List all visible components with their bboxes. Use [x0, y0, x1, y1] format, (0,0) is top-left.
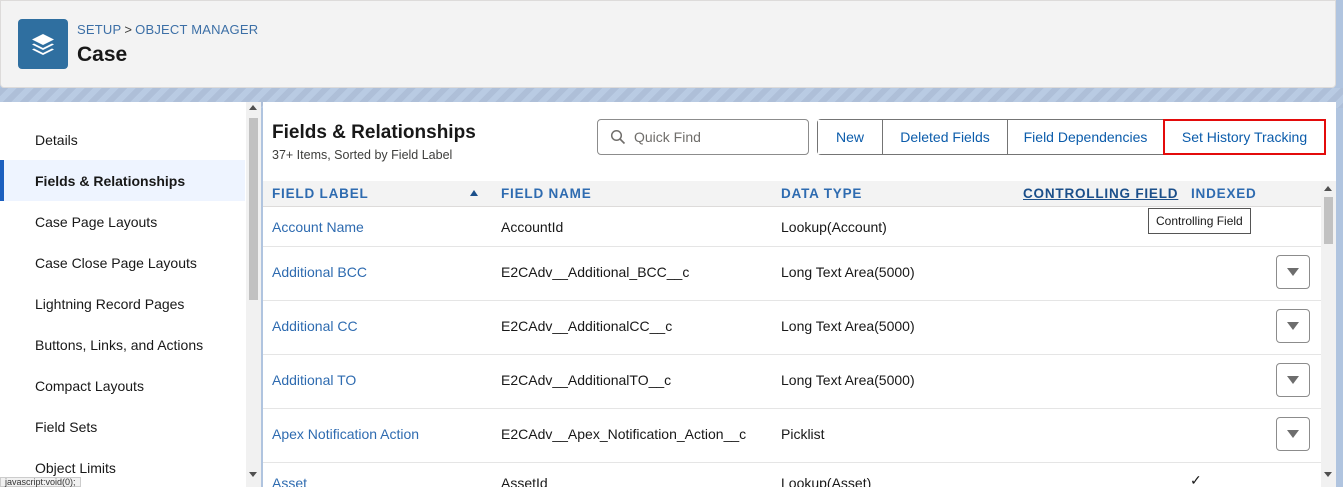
field-name: AccountId — [501, 219, 564, 235]
sidebar-item-fields-relationships[interactable]: Fields & Relationships — [0, 160, 245, 201]
scroll-down-arrow-icon[interactable] — [1324, 472, 1332, 477]
sort-ascending-icon[interactable] — [470, 190, 478, 196]
field-name: AssetId — [501, 475, 548, 487]
breadcrumb: SETUP > OBJECT MANAGER — [77, 22, 258, 37]
layers-icon — [18, 19, 68, 69]
data-type: Long Text Area(5000) — [781, 372, 915, 388]
data-type: Lookup(Account) — [781, 219, 887, 235]
object-header: SETUP > OBJECT MANAGER Case — [0, 0, 1336, 88]
deleted-fields-button[interactable]: Deleted Fields — [883, 120, 1008, 154]
indexed-check-icon: ✓ — [1190, 472, 1202, 487]
row-actions-button[interactable] — [1276, 363, 1310, 397]
sidebar-item-case-page-layouts[interactable]: Case Page Layouts — [0, 201, 245, 242]
field-name: E2CAdv__Additional_BCC__c — [501, 264, 690, 280]
scroll-up-arrow-icon[interactable] — [249, 105, 257, 110]
set-history-tracking-button[interactable]: Set History Tracking — [1163, 119, 1326, 155]
table-row: Apex Notification Action E2CAdv__Apex_No… — [263, 409, 1321, 463]
field-label-link[interactable]: Additional TO — [272, 372, 356, 388]
sidebar-item-case-close-page-layouts[interactable]: Case Close Page Layouts — [0, 242, 245, 283]
column-field-name[interactable]: FIELD NAME — [501, 186, 592, 201]
field-name: E2CAdv__AdditionalCC__c — [501, 318, 673, 334]
row-actions-button[interactable] — [1276, 417, 1310, 451]
breadcrumb-setup[interactable]: SETUP — [77, 22, 121, 37]
main-panel: Fields & Relationships 37+ Items, Sorted… — [263, 102, 1336, 487]
sidebar-item-details[interactable]: Details — [0, 119, 245, 160]
sidebar-item-compact-layouts[interactable]: Compact Layouts — [0, 365, 245, 406]
status-bar-link-preview: javascript:void(0); — [0, 477, 81, 487]
chevron-down-icon — [1287, 322, 1299, 330]
column-data-type[interactable]: DATA TYPE — [781, 186, 862, 201]
sidebar-item-field-sets[interactable]: Field Sets — [0, 406, 245, 447]
chevron-down-icon — [1287, 430, 1299, 438]
field-label-link[interactable]: Account Name — [272, 219, 364, 235]
sidebar-item-lightning-record-pages[interactable]: Lightning Record Pages — [0, 283, 245, 324]
data-type: Long Text Area(5000) — [781, 318, 915, 334]
table-header: FIELD LABEL FIELD NAME DATA TYPE CONTROL… — [263, 181, 1321, 207]
data-type: Long Text Area(5000) — [781, 264, 915, 280]
sidebar-scroll-thumb[interactable] — [249, 118, 258, 300]
quick-find-input[interactable] — [634, 129, 804, 145]
breadcrumb-separator: > — [124, 22, 133, 37]
sidebar-item-buttons-links-actions[interactable]: Buttons, Links, and Actions — [0, 324, 245, 365]
sidebar: Details Fields & Relationships Case Page… — [0, 102, 261, 487]
table-scroll-thumb[interactable] — [1324, 197, 1333, 244]
column-controlling-field[interactable]: CONTROLLING FIELD — [1023, 186, 1178, 201]
row-actions-button[interactable] — [1276, 309, 1310, 343]
section-title: Fields & Relationships — [272, 122, 476, 143]
table-row: Additional CC E2CAdv__AdditionalCC__c Lo… — [263, 301, 1321, 355]
row-actions-button[interactable] — [1276, 255, 1310, 289]
quick-find-search[interactable] — [597, 119, 809, 155]
field-label-link[interactable]: Apex Notification Action — [272, 426, 419, 442]
table-row: Asset AssetId Lookup(Asset) ✓ — [263, 463, 1321, 487]
field-name: E2CAdv__Apex_Notification_Action__c — [501, 426, 747, 442]
controlling-field-tooltip: Controlling Field — [1148, 208, 1251, 234]
scroll-down-arrow-icon[interactable] — [249, 472, 257, 477]
breadcrumb-object-manager[interactable]: OBJECT MANAGER — [135, 22, 258, 37]
page-title: Case — [77, 43, 128, 66]
chevron-down-icon — [1287, 376, 1299, 384]
table-row: Additional BCC E2CAdv__Additional_BCC__c… — [263, 247, 1321, 301]
data-type: Picklist — [781, 426, 825, 442]
new-button[interactable]: New — [818, 120, 883, 154]
action-button-group: New Deleted Fields Field Dependencies Se… — [817, 119, 1326, 155]
table-row: Additional TO E2CAdv__AdditionalTO__c Lo… — [263, 355, 1321, 409]
chevron-down-icon — [1287, 268, 1299, 276]
field-dependencies-button[interactable]: Field Dependencies — [1008, 120, 1164, 154]
field-name: E2CAdv__AdditionalTO__c — [501, 372, 672, 388]
column-indexed[interactable]: INDEXED — [1191, 186, 1257, 201]
field-label-link[interactable]: Additional BCC — [272, 264, 367, 280]
item-count: 37+ Items, Sorted by Field Label — [272, 148, 453, 162]
column-field-label[interactable]: FIELD LABEL — [272, 186, 369, 201]
scroll-up-arrow-icon[interactable] — [1324, 186, 1332, 191]
search-icon — [610, 129, 626, 145]
field-label-link[interactable]: Additional CC — [272, 318, 358, 334]
table-scrollbar[interactable] — [1321, 181, 1336, 487]
field-label-link[interactable]: Asset — [272, 475, 307, 487]
sidebar-scrollbar[interactable] — [246, 102, 261, 487]
data-type: Lookup(Asset) — [781, 475, 872, 487]
